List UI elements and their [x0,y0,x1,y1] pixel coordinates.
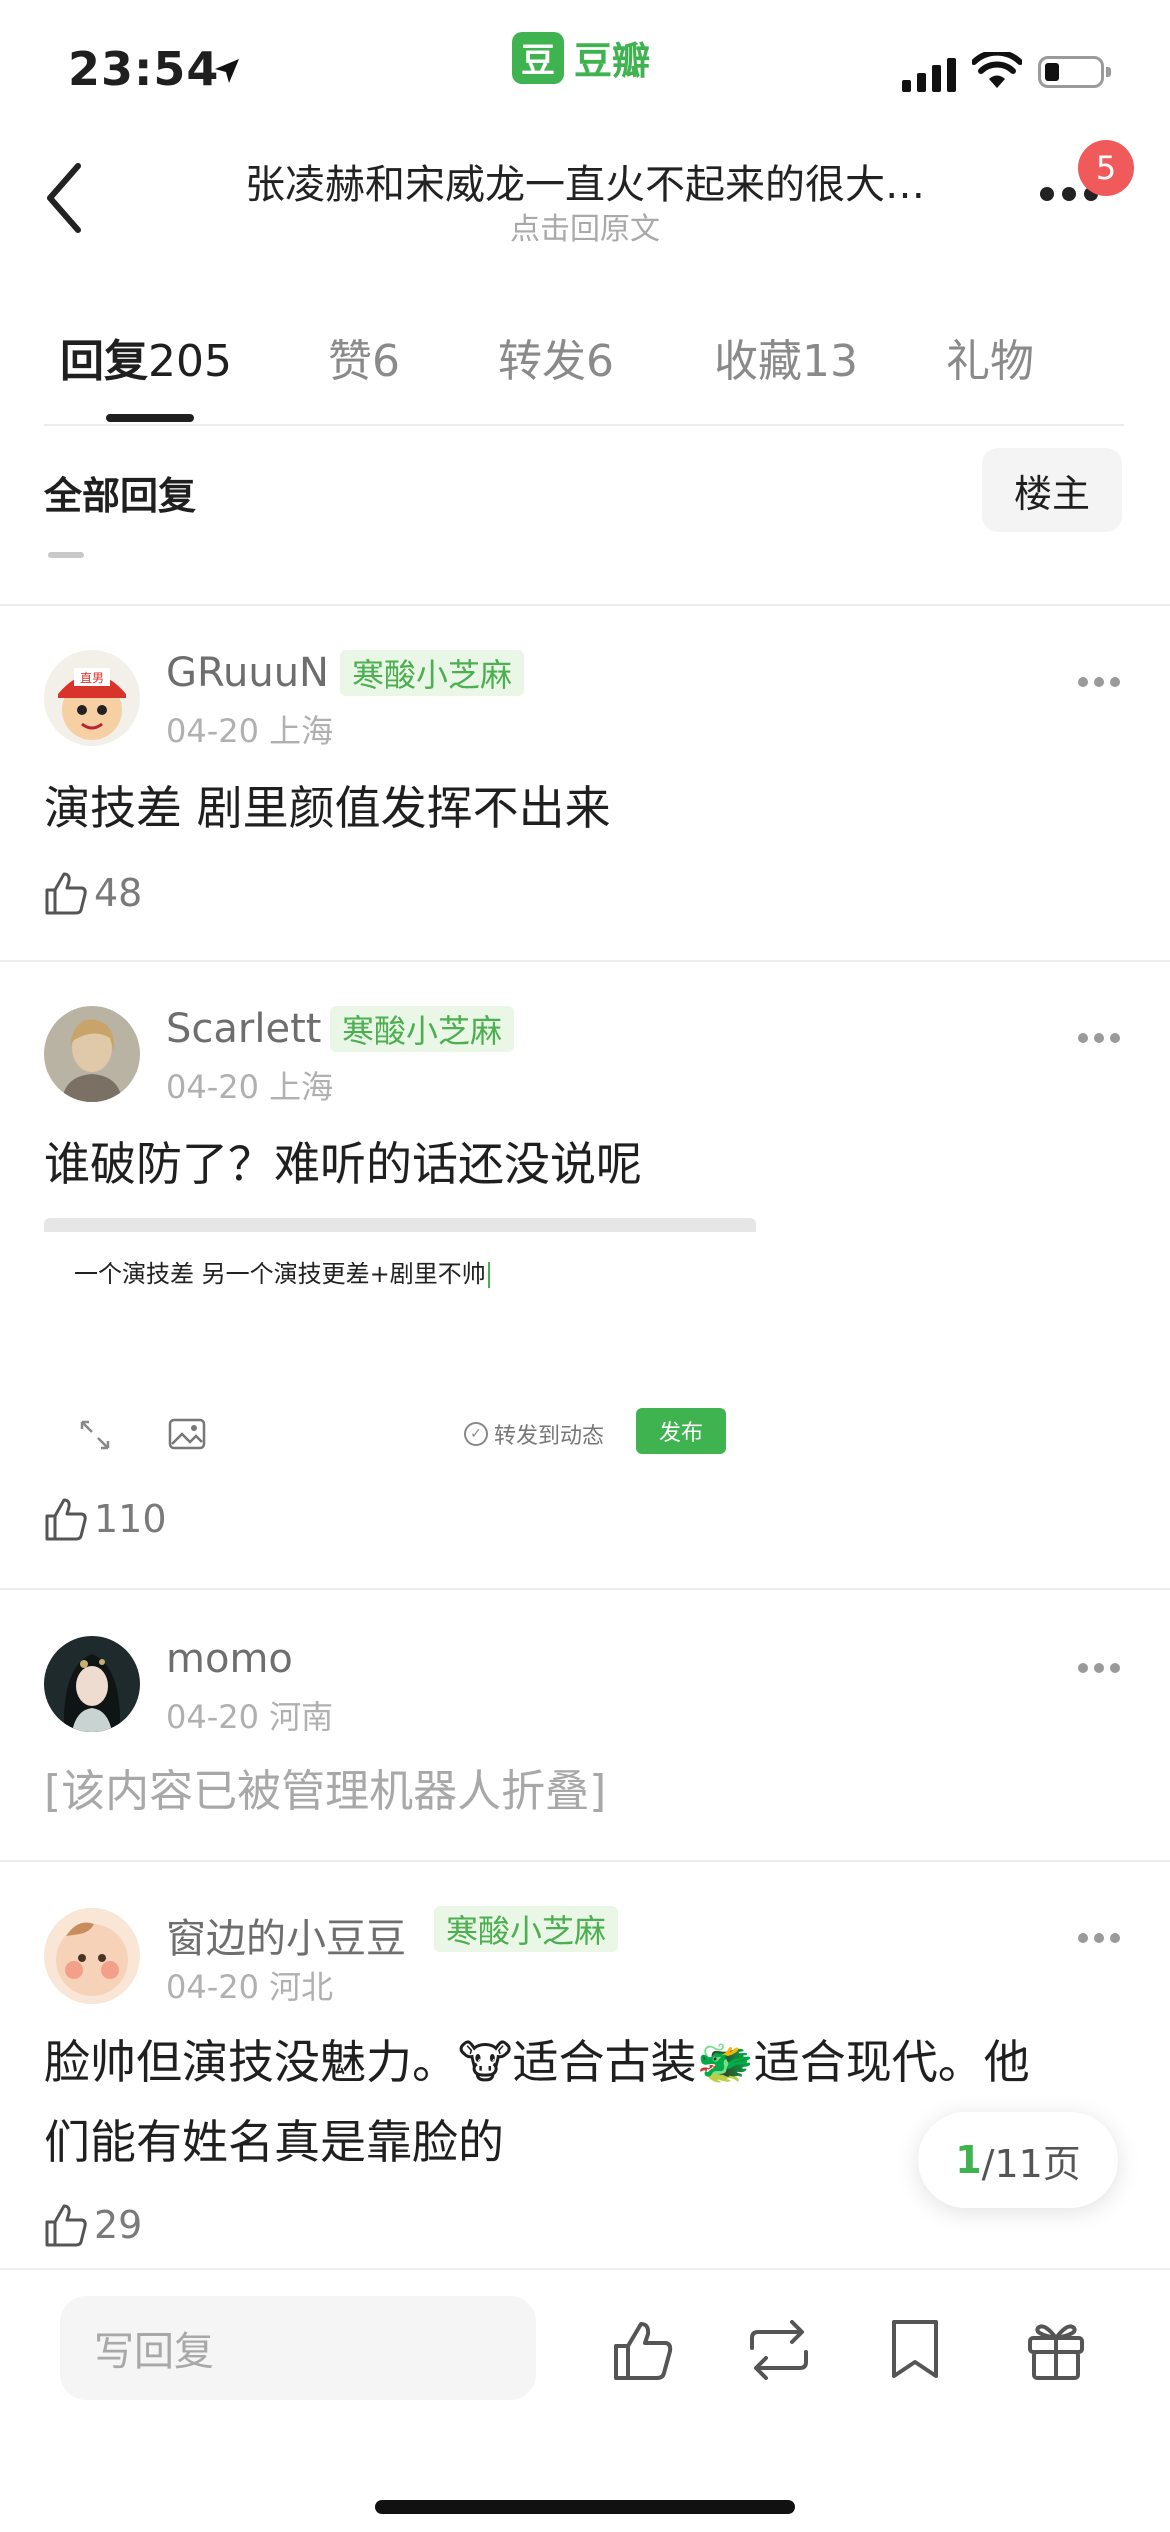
thumbs-up-icon [45,2204,87,2247]
active-tab-indicator [106,414,194,422]
folded-comment-text[interactable]: [该内容已被管理机器人折叠] [44,1752,1124,1832]
home-indicator [375,2500,795,2514]
avatar[interactable] [44,1006,140,1102]
photo-avatar-icon [44,1006,140,1102]
all-replies-label[interactable]: 全部回复 [44,465,196,520]
user-level-tag: 寒酸小芝麻 [330,1006,515,1052]
bookmark-icon[interactable] [888,2318,942,2382]
divider [0,1588,1170,1590]
comment-meta: 04-20 上海 [166,1068,334,1106]
repost-to-feed-option: ✓ 转发到动态 [464,1418,604,1450]
gift-icon[interactable] [1024,2318,1088,2382]
username[interactable]: GRuuuN [166,650,329,696]
comment-text: 谁破防了？难听的话还没说呢 [44,1137,642,1191]
avatar-cap-text: 直男 [80,671,104,685]
wifi-icon [972,52,1022,88]
comment-more-icon[interactable] [1078,1658,1128,1673]
app-logo: 豆 豆瓣 [512,30,650,85]
comment-text: 演技差 剧里颜值发挥不出来 [44,781,611,835]
bottom-action-bar: 写回复 [0,2268,1170,2532]
user-level-tag: 寒酸小芝麻 [340,650,525,696]
comment-meta: 04-20 河南 [166,1698,334,1736]
notification-badge: 5 [1078,140,1134,196]
like-button[interactable]: 110 [44,1494,167,1544]
tab-reposts[interactable]: 转发6 [498,325,614,389]
repost-icon[interactable] [744,2318,814,2382]
divider [0,960,1170,962]
embedded-text: 一个演技差 另一个演技更差+剧里不帅 [74,1254,490,1289]
post-title[interactable]: 张凌赫和宋威龙一直火不起来的很大… [190,152,980,210]
location-arrow-icon [215,59,239,83]
divider [44,424,1124,426]
thumbs-up-icon [45,872,87,915]
username[interactable]: momo [166,1636,293,1682]
like-count: 29 [94,2203,143,2247]
like-button[interactable]: 48 [44,868,142,918]
app-name: 豆瓣 [574,39,651,83]
divider [0,1860,1170,1862]
avatar[interactable] [44,1908,140,2004]
username[interactable]: Scarlett [166,1006,321,1052]
embedded-screenshot[interactable]: 一个演技差 另一个演技更差+剧里不帅 ✓ 转发到动态 发布 [44,1218,756,1473]
cartoon-avatar-icon [44,1908,140,2004]
tab-gifts[interactable]: 礼物 [946,325,1034,389]
photo-avatar-icon [44,1636,140,1732]
like-icon[interactable] [612,2318,674,2382]
username[interactable]: 窗边的小豆豆 [166,1906,406,1964]
image-icon [168,1418,206,1450]
tab-replies[interactable]: 回复205 [60,325,232,389]
user-level-tag: 寒酸小芝麻 [434,1906,619,1952]
like-count: 110 [94,1497,167,1541]
expand-icon [80,1420,110,1450]
tab-likes[interactable]: 赞6 [328,325,400,389]
op-only-button[interactable]: 楼主 [982,448,1122,532]
like-button[interactable]: 29 [44,2200,142,2250]
page-indicator[interactable]: 1/11页 [918,2112,1118,2208]
like-count: 48 [94,871,143,915]
clock: 23:54 [68,42,220,96]
avatar[interactable]: 直男 [44,650,140,746]
comment-more-icon[interactable] [1078,672,1128,687]
comment-more-icon[interactable] [1078,1028,1128,1043]
comment-meta: 04-20 河北 [166,1968,334,2006]
thumbs-up-icon [45,1498,87,1541]
reply-input[interactable]: 写回复 [60,2296,536,2400]
tab-favorites[interactable]: 收藏13 [714,325,858,389]
divider [0,604,1170,606]
publish-button: 发布 [636,1408,726,1454]
status-bar: 23:54 豆 豆瓣 [0,0,1170,140]
comment-meta: 04-20 上海 [166,712,334,750]
douban-logo-icon: 豆 [512,31,564,84]
clipped-content [48,552,84,558]
comment-more-icon[interactable] [1078,1928,1128,1943]
avatar[interactable] [44,1636,140,1732]
cellular-signal-icon [902,58,956,92]
cartoon-avatar-icon: 直男 [44,650,140,746]
back-chevron-icon[interactable] [40,158,90,238]
cow-emoji: 🐮 [458,2035,513,2089]
dragon-emoji: 🐲 [696,2035,754,2089]
battery-icon [1038,56,1111,88]
tab-bar: 回复205 赞6 转发6 收藏13 礼物 [0,325,1170,425]
back-to-original-link[interactable]: 点击回原文 [190,204,980,248]
